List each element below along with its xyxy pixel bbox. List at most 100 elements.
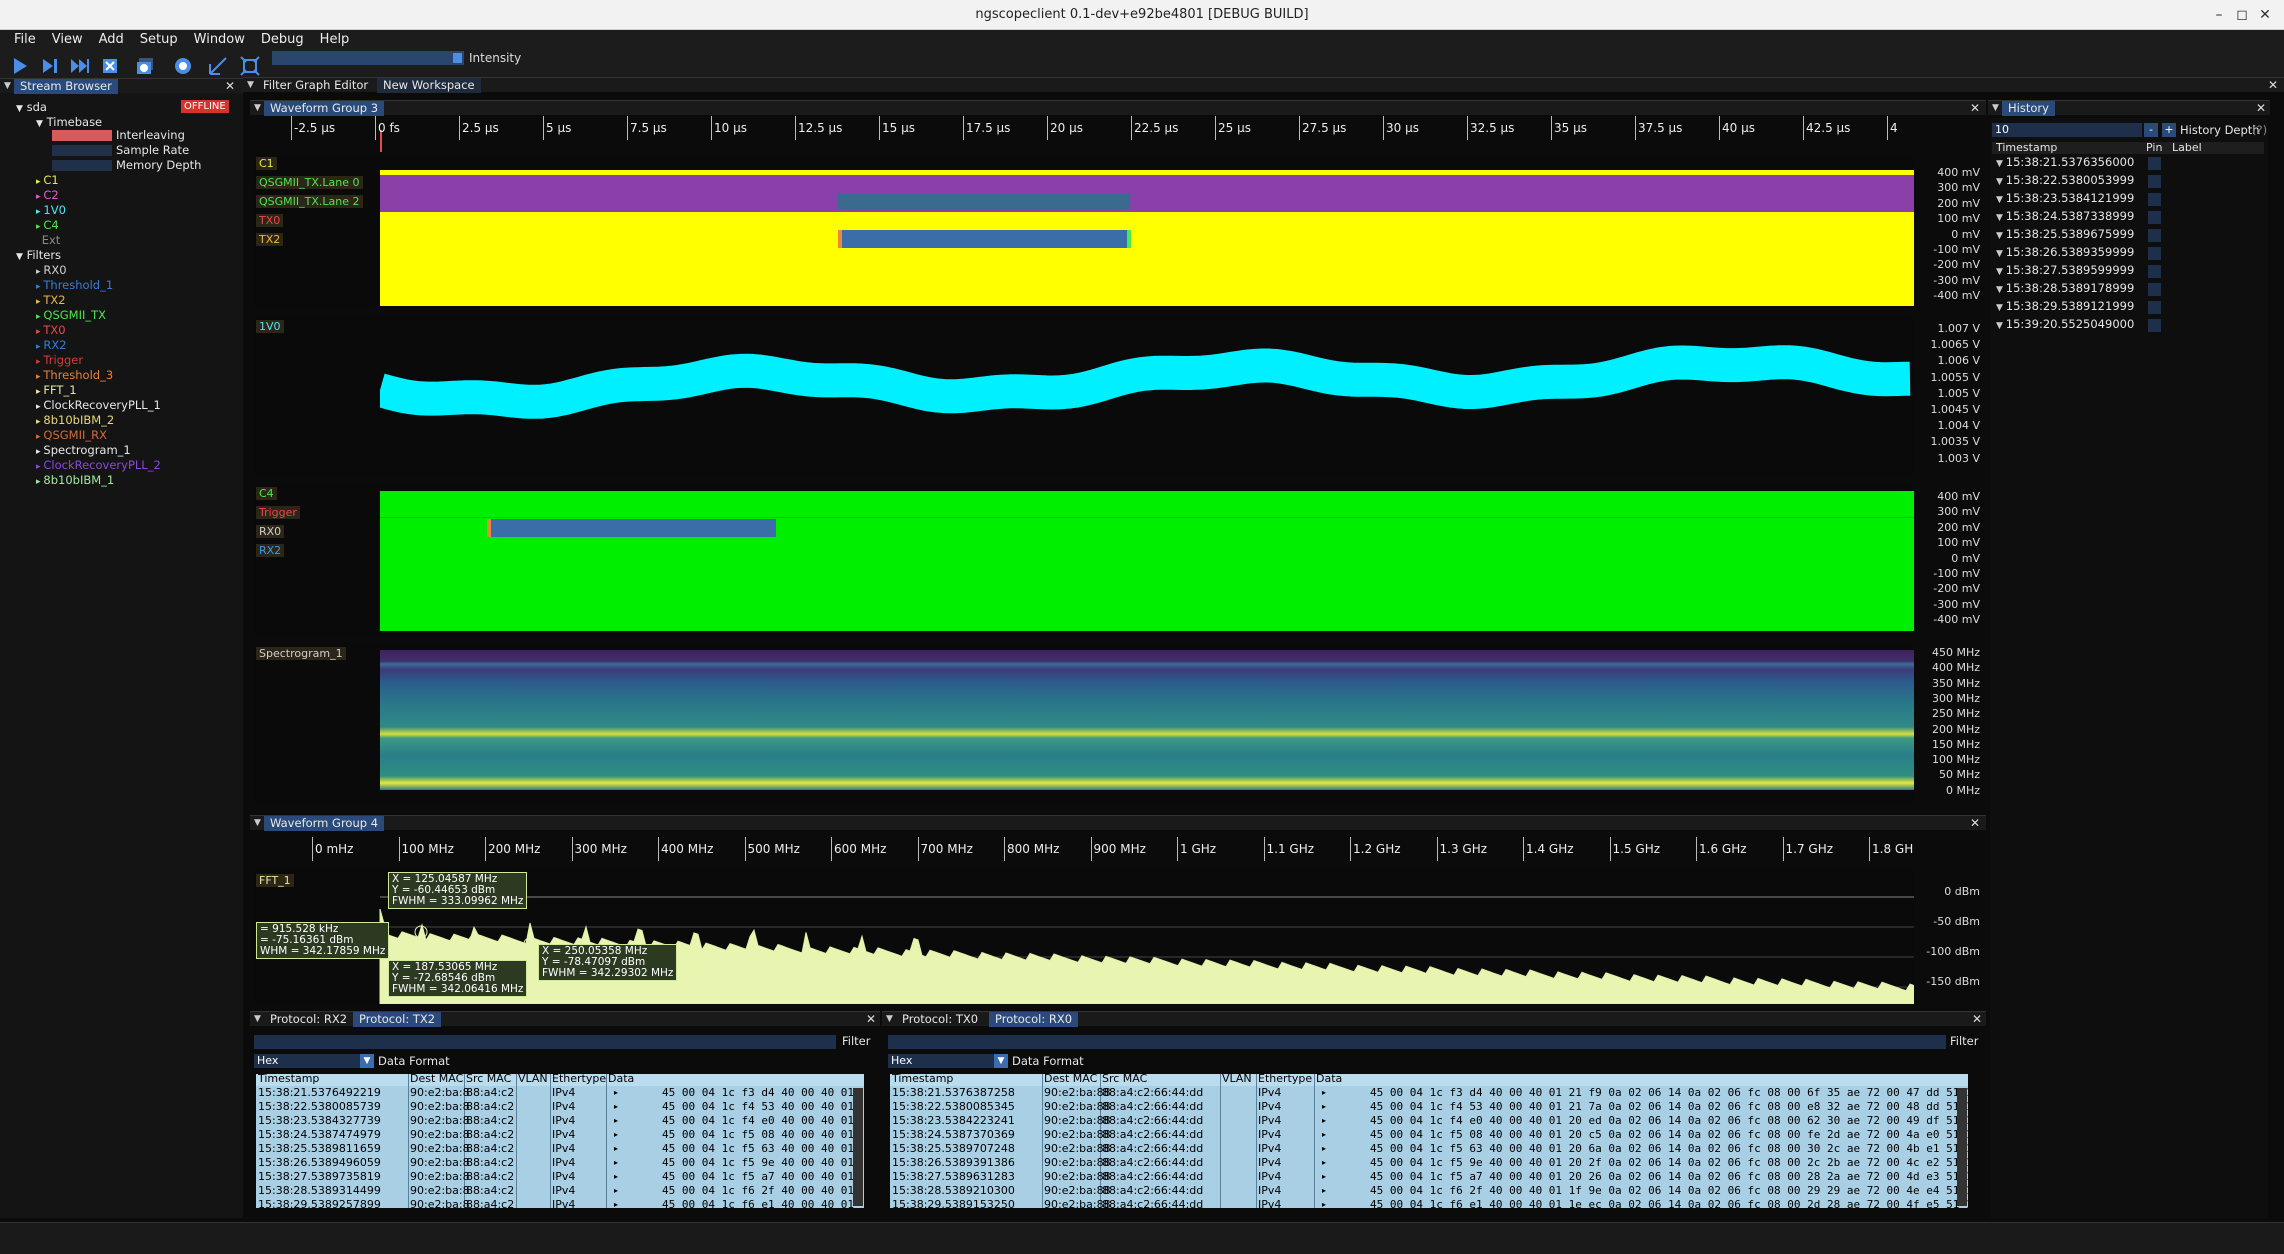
tab-history[interactable]: History [2002,101,2055,116]
voltage-scale-2[interactable]: 1.007 V 1.0065 V 1.006 V 1.0055 V 1.005 V 1.0… [1918,322,1982,468]
data-format-select[interactable]: Hex ▼ [888,1054,1008,1068]
pin-checkbox[interactable] [2148,265,2161,278]
expand-arrow-icon[interactable]: ▸ [1322,1156,1326,1170]
pin-checkbox[interactable] [2148,247,2161,260]
filter-item[interactable]: ▸ 8b10bIBM_1 [36,473,114,490]
pin-checkbox[interactable] [2148,229,2161,242]
column-header[interactable]: VLAN [1222,1074,1252,1086]
channel-label[interactable]: C1 [256,157,277,170]
history-entry[interactable]: ▼ 15:38:24.5387338999 [1996,209,2134,226]
channel-label[interactable]: RX0 [256,525,285,538]
column-header[interactable]: Ethertype [552,1074,606,1086]
stop-icon[interactable] [100,56,120,76]
channel-label[interactable]: C4 [256,487,277,500]
expand-arrow-icon[interactable]: ▸ [614,1114,618,1128]
pin-checkbox[interactable] [2148,301,2161,314]
table-row[interactable]: 15:38:21.5376492219 90:e2:ba:8 88:a4:c2 IPv… [256,1086,854,1100]
column-header[interactable]: Src MAC [466,1074,511,1086]
pin-checkbox[interactable] [2148,157,2161,170]
expand-arrow-icon[interactable]: ▸ [1322,1184,1326,1198]
expand-arrow-icon[interactable]: ▸ [1322,1114,1326,1128]
expand-arrow-icon[interactable]: ▸ [614,1128,618,1142]
expand-arrow-icon[interactable]: ▸ [1322,1128,1326,1142]
tab-protocol-tx2[interactable]: Protocol: TX2 [353,1012,442,1027]
channel-label[interactable]: RX2 [256,544,285,557]
zoom-fit-icon[interactable] [240,56,260,76]
close-icon[interactable]: ✕ [1970,816,1980,831]
table-row[interactable]: 15:38:29.5389153250 90:e2:ba:88 88:a4:c2:6… [890,1198,1968,1208]
interleaving-bar[interactable] [52,130,112,141]
column-header[interactable]: VLAN [518,1074,548,1086]
column-header[interactable]: Dest MAC [1044,1074,1097,1086]
history-depth-input[interactable]: 10 [1992,123,2142,137]
expand-arrow-icon[interactable]: ▸ [1322,1142,1326,1156]
table-row[interactable]: 15:38:25.5389707248 90:e2:ba:88 88:a4:c2:6… [890,1142,1968,1156]
expand-arrow-icon[interactable]: ▼ [1996,321,2006,331]
close-icon[interactable]: ✕ [1972,1012,1982,1027]
menu-view[interactable]: View [44,30,91,50]
expand-arrow-icon[interactable]: ▸ [614,1170,618,1184]
history-entry[interactable]: ▼ 15:38:23.5384121999 [1996,191,2134,208]
table-row[interactable]: 15:38:24.5387370369 90:e2:ba:88 88:a4:c2:6… [890,1128,1968,1142]
channel-label[interactable]: TX0 [256,214,284,227]
expand-arrow-icon[interactable]: ▼ [1996,195,2006,205]
history-entry[interactable]: ▼ 15:38:26.5389359999 [1996,245,2134,262]
table-row[interactable]: 15:38:27.5389735819 90:e2:ba:8 88:a4:c2 IPv… [256,1170,854,1184]
close-icon[interactable]: ✕ [2256,101,2266,116]
voltage-scale-1[interactable]: 400 mV 300 mV 200 mV 100 mV 0 mV -100 mV -200 … [1918,166,1982,312]
refresh-icon[interactable] [173,56,193,76]
close-icon[interactable]: ✕ [225,79,235,94]
close-icon[interactable]: ✕ [866,1012,876,1027]
tab-new-workspace[interactable]: New Workspace [377,78,481,93]
history-entry[interactable]: ▼ 15:38:28.5389178999 [1996,281,2134,298]
channel-label[interactable]: Spectrogram_1 [256,647,346,660]
channel-label[interactable]: 1V0 [256,320,284,333]
force-trigger-icon[interactable] [70,56,90,76]
vertical-scrollbar[interactable] [1957,1088,1967,1206]
maximize-button[interactable]: ◻ [2231,4,2253,26]
history-col-timestamp[interactable]: Timestamp [1996,141,2057,155]
table-row[interactable]: 15:38:28.5389314499 90:e2:ba:8 88:a4:c2 IPv… [256,1184,854,1198]
vertical-scrollbar[interactable] [853,1088,863,1206]
close-icon[interactable]: ✕ [1970,101,1980,116]
single-trigger-icon[interactable] [40,56,60,76]
close-icon[interactable]: ✕ [2268,78,2278,93]
history-col-label[interactable]: Label [2172,141,2202,155]
menu-debug[interactable]: Debug [253,30,312,50]
data-format-select[interactable]: Hex ▼ [254,1054,374,1068]
filter-input[interactable] [888,1035,1946,1049]
expand-arrow-icon[interactable]: ▸ [614,1184,618,1198]
expand-arrow-icon[interactable]: ▸ [614,1198,618,1208]
expand-arrow-icon[interactable]: ▸ [614,1100,618,1114]
expand-arrow-icon[interactable]: ▸ [614,1156,618,1170]
menu-file[interactable]: File [6,30,44,50]
expand-arrow-icon[interactable]: ▸ [1322,1170,1326,1184]
table-row[interactable]: 15:38:24.5387474979 90:e2:ba:8 88:a4:c2 IPv… [256,1128,854,1142]
pin-checkbox[interactable] [2148,283,2161,296]
power-scale[interactable]: 0 dBm -50 dBm -100 dBm -150 dBm [1918,885,1982,995]
history-entry[interactable]: ▼ 15:39:20.5525049000 [1996,317,2134,334]
filter-input[interactable] [254,1035,836,1049]
intensity-slider[interactable] [272,51,464,65]
column-header[interactable]: Timestamp [892,1074,953,1086]
expand-arrow-icon[interactable]: ▼ [1996,285,2006,295]
pin-checkbox[interactable] [2148,319,2161,332]
memory-depth-bar[interactable] [52,160,112,171]
menu-window[interactable]: Window [186,30,253,50]
history-entry[interactable]: ▼ 15:38:21.5376356000 [1996,155,2134,172]
history-entry[interactable]: ▼ 15:38:25.5389675999 [1996,227,2134,244]
pin-checkbox[interactable] [2148,211,2161,224]
protocol-table-right[interactable]: Timestamp Dest MAC Src MAC VLAN Ethertype Dat… [890,1074,1968,1208]
column-header[interactable]: Timestamp [258,1074,319,1086]
history-entry[interactable]: ▼ 15:38:27.5389599999 [1996,263,2134,280]
expand-arrow-icon[interactable]: ▸ [614,1086,618,1100]
close-window-button[interactable]: ✕ [2254,4,2276,26]
channel-item[interactable]: Ext [36,233,61,250]
column-header[interactable]: Ethertype [1258,1074,1312,1086]
menu-add[interactable]: Add [91,30,132,50]
menu-help[interactable]: Help [312,30,358,50]
pin-checkbox[interactable] [2148,175,2161,188]
history-icon[interactable] [135,56,155,76]
history-depth-decrease-button[interactable]: - [2144,123,2158,137]
menu-setup[interactable]: Setup [132,30,186,50]
